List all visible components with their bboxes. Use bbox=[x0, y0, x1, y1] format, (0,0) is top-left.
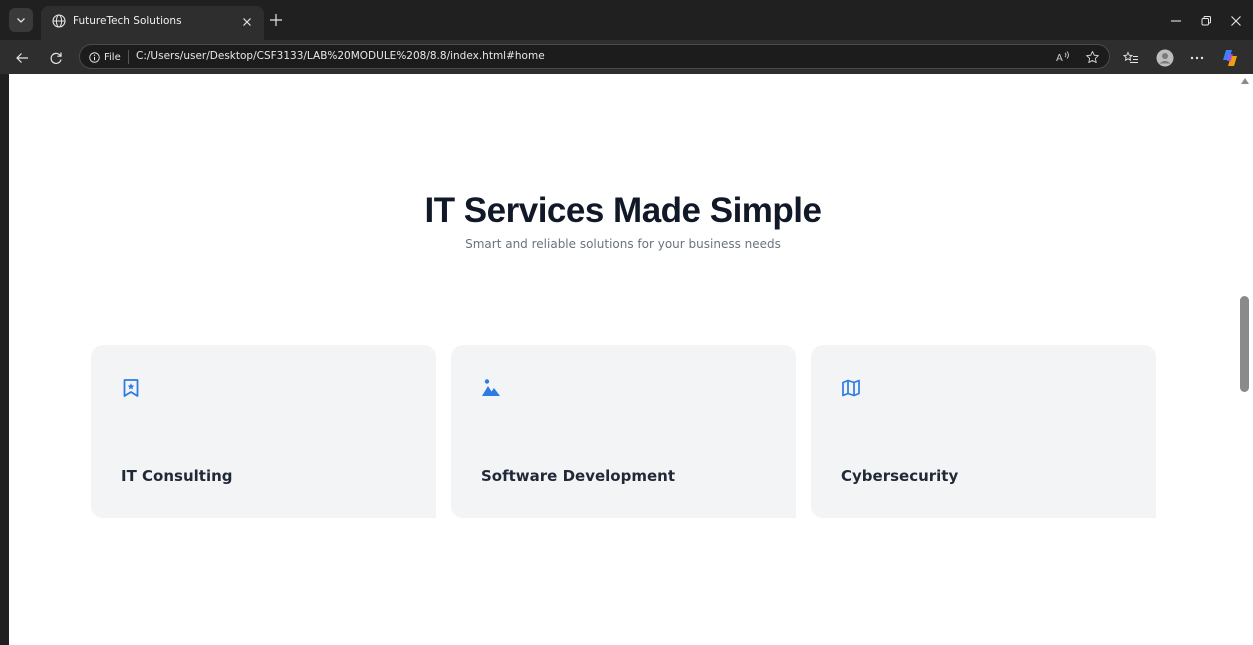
minimize-icon bbox=[1171, 20, 1181, 22]
svg-text:A: A bbox=[1056, 53, 1063, 64]
service-card-software-development: Software Development bbox=[451, 345, 796, 518]
map-icon bbox=[842, 379, 860, 397]
info-icon bbox=[89, 51, 100, 63]
refresh-button[interactable] bbox=[45, 47, 67, 69]
plus-icon bbox=[270, 14, 282, 26]
restore-icon bbox=[1201, 16, 1211, 26]
site-info-button[interactable]: File bbox=[89, 49, 121, 65]
browser-tab[interactable]: FutureTech Solutions bbox=[41, 6, 264, 40]
service-card-title: IT Consulting bbox=[121, 467, 233, 485]
minimize-button[interactable] bbox=[1165, 10, 1187, 32]
close-icon bbox=[1231, 16, 1241, 26]
favorites-list-icon bbox=[1123, 51, 1138, 63]
tab-bar: FutureTech Solutions bbox=[0, 0, 1253, 40]
back-button[interactable] bbox=[11, 47, 33, 69]
url-text[interactable]: C:/Users/user/Desktop/CSF3133/LAB%20MODU… bbox=[136, 50, 545, 62]
avatar-icon bbox=[1156, 49, 1174, 67]
page-viewport: IT Services Made Simple Smart and reliab… bbox=[9, 74, 1237, 645]
profile-button[interactable] bbox=[1154, 47, 1176, 69]
divider bbox=[128, 50, 129, 64]
chevron-down-icon bbox=[17, 18, 25, 23]
settings-more-button[interactable] bbox=[1186, 47, 1208, 69]
hero-section: IT Services Made Simple Smart and reliab… bbox=[9, 191, 1237, 251]
tab-actions-menu-button[interactable] bbox=[9, 8, 33, 32]
copilot-button[interactable] bbox=[1219, 47, 1241, 69]
service-card-it-consulting: IT Consulting bbox=[91, 345, 436, 518]
file-label: File bbox=[104, 51, 121, 63]
copilot-icon bbox=[1223, 50, 1237, 66]
tab-close-button[interactable] bbox=[238, 13, 256, 31]
hero-subtitle: Smart and reliable solutions for your bu… bbox=[465, 237, 781, 251]
image-mountains-icon bbox=[482, 379, 500, 396]
vertical-scrollbar[interactable] bbox=[1237, 74, 1253, 645]
globe-icon bbox=[52, 14, 66, 28]
star-icon bbox=[1085, 50, 1099, 63]
new-tab-button[interactable] bbox=[266, 10, 286, 30]
scrollbar-thumb[interactable] bbox=[1240, 296, 1249, 392]
service-card-cybersecurity: Cybersecurity bbox=[811, 345, 1156, 518]
hero-title: IT Services Made Simple bbox=[424, 191, 822, 230]
close-icon bbox=[243, 18, 251, 26]
favorite-button[interactable] bbox=[1083, 48, 1101, 66]
bookmark-star-icon bbox=[123, 379, 139, 397]
read-aloud-button[interactable]: A bbox=[1055, 48, 1073, 66]
read-aloud-icon: A bbox=[1056, 51, 1069, 64]
favorites-button[interactable] bbox=[1120, 47, 1142, 69]
close-window-button[interactable] bbox=[1225, 10, 1247, 32]
address-toolbar: File C:/Users/user/Desktop/CSF3133/LAB%2… bbox=[0, 40, 1253, 74]
refresh-icon bbox=[50, 52, 62, 64]
tab-title: FutureTech Solutions bbox=[73, 15, 182, 27]
arrow-left-icon bbox=[16, 53, 28, 63]
address-bar[interactable]: File C:/Users/user/Desktop/CSF3133/LAB%2… bbox=[79, 44, 1110, 69]
scroll-up-arrow-icon[interactable] bbox=[1241, 78, 1249, 84]
restore-button[interactable] bbox=[1195, 10, 1217, 32]
service-card-title: Cybersecurity bbox=[841, 467, 959, 485]
service-card-title: Software Development bbox=[481, 467, 675, 485]
more-horizontal-icon bbox=[1190, 56, 1204, 60]
